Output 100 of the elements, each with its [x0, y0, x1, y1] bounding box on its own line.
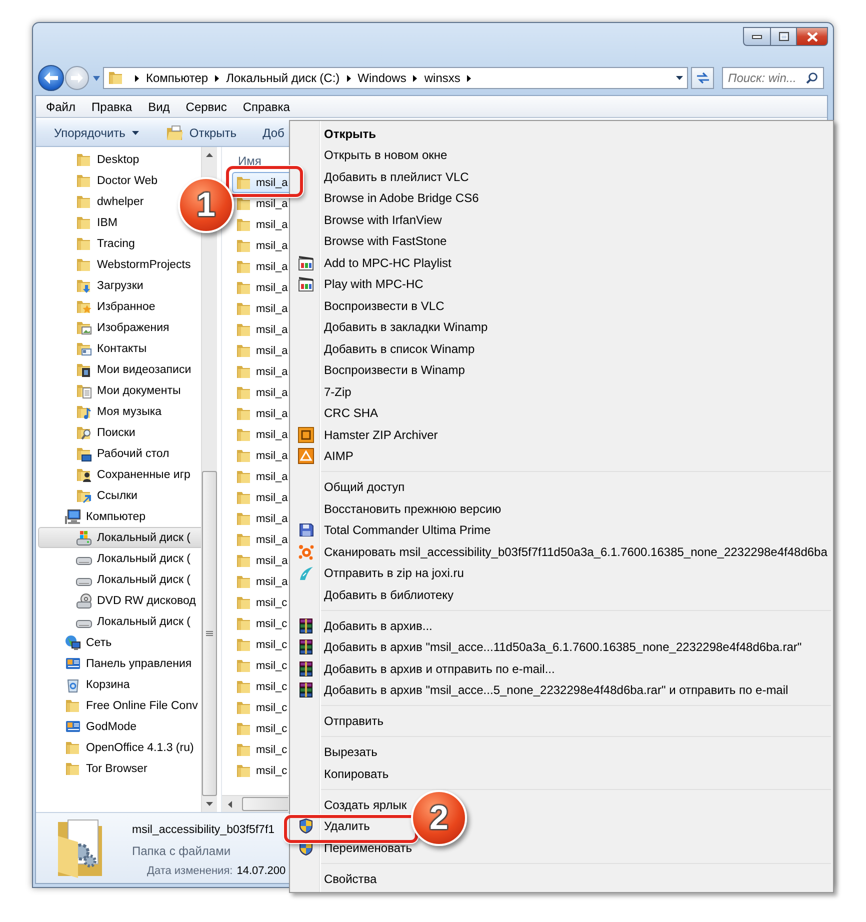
menu-item[interactable]: 7-Zip: [320, 384, 352, 399]
nav-item[interactable]: Загрузки: [38, 275, 201, 296]
menu-item[interactable]: Добавить в библиотеку: [320, 588, 454, 602]
scrollbar[interactable]: [222, 795, 290, 812]
address-dropdown-button[interactable]: [676, 76, 683, 80]
file-item[interactable]: msil_a: [232, 214, 290, 235]
nav-item[interactable]: Избранное: [38, 296, 201, 317]
file-item[interactable]: msil_a: [232, 508, 290, 529]
nav-item[interactable]: Ссылки: [38, 485, 201, 506]
menu-item[interactable]: Переименовать: [320, 840, 412, 855]
menu-item[interactable]: Добавить в архив "msil_acce...11d50a3a_6.1.7600.16385_none_2232298e4f48d6ba.rar": [320, 640, 802, 654]
nav-item[interactable]: Сеть: [38, 632, 201, 653]
nav-item[interactable]: Tracing: [38, 233, 201, 254]
minimize-button[interactable]: [743, 27, 770, 46]
nav-item[interactable]: Tor Browser: [38, 758, 201, 779]
scroll-thumb[interactable]: [202, 471, 217, 796]
menu-item[interactable]: Воспроизвести в Winamp: [320, 363, 465, 378]
file-item[interactable]: msil_c: [232, 634, 290, 655]
nav-item[interactable]: DVD RW дисковод: [38, 590, 201, 611]
address-bar[interactable]: Компьютер Локальный диск (C:) Windows winsxs: [103, 67, 688, 89]
menu-item[interactable]: Воспроизвести в VLC: [320, 298, 444, 313]
nav-item[interactable]: WebstormProjects: [38, 254, 201, 275]
file-item[interactable]: msil_a: [232, 298, 290, 319]
toolbar-button[interactable]: Доб: [254, 122, 292, 142]
organize-button[interactable]: Упорядочить: [46, 122, 148, 142]
file-item[interactable]: msil_a: [232, 319, 290, 340]
file-item[interactable]: msil_a: [232, 424, 290, 445]
file-item[interactable]: msil_c: [232, 760, 290, 781]
back-button[interactable]: [38, 65, 64, 91]
menu-item[interactable]: Total Commander Ultima Prime: [320, 523, 491, 538]
nav-item[interactable]: Мои документы: [38, 380, 201, 401]
nav-item[interactable]: Локальный диск (: [38, 548, 201, 569]
menu-item[interactable]: Отправить: [320, 714, 384, 728]
menu-bar-item[interactable]: Сервис: [178, 100, 235, 114]
file-item[interactable]: msil_a: [232, 445, 290, 466]
nav-item[interactable]: GodMode: [38, 716, 201, 737]
menu-item[interactable]: Добавить в список Winamp: [320, 342, 475, 356]
nav-item[interactable]: Моя музыка: [38, 401, 201, 422]
nav-item[interactable]: Desktop: [38, 149, 201, 170]
close-button[interactable]: [796, 27, 828, 46]
menu-item[interactable]: Добавить в плейлист VLC: [320, 170, 469, 184]
nav-item[interactable]: Компьютер: [38, 506, 201, 527]
menu-item[interactable]: Browse with FastStone: [320, 234, 447, 248]
file-item[interactable]: msil_a: [232, 172, 290, 193]
file-item[interactable]: msil_a: [232, 193, 290, 214]
menu-item[interactable]: Отправить в zip на joxi.ru: [320, 566, 464, 580]
menu-item[interactable]: Общий доступ: [320, 480, 405, 494]
menu-item[interactable]: Browse in Adobe Bridge CS6: [320, 191, 479, 206]
file-item[interactable]: msil_a: [232, 277, 290, 298]
menu-item[interactable]: Добавить в архив "msil_acce...5_none_2232298e4f48d6ba.rar" и отправить по e-mail: [320, 683, 788, 698]
file-item[interactable]: msil_a: [232, 550, 290, 571]
maximize-button[interactable]: [770, 27, 796, 46]
refresh-button[interactable]: [691, 67, 714, 89]
file-item[interactable]: msil_c: [232, 739, 290, 760]
nav-item[interactable]: OpenOffice 4.1.3 (ru): [38, 737, 201, 758]
file-item[interactable]: msil_c: [232, 592, 290, 613]
nav-item[interactable]: Мои видеозаписи: [38, 359, 201, 380]
menu-item[interactable]: Сканировать msil_accessibility_b03f5f7f11d50a3a_6.1.7600.16385_none_2232298e4f48d6ba: [320, 544, 828, 559]
nav-item[interactable]: Сохраненные игр: [38, 464, 201, 485]
menu-item[interactable]: AIMP: [320, 449, 354, 464]
nav-item[interactable]: Локальный диск (: [38, 611, 201, 632]
menu-bar-item[interactable]: Вид: [140, 100, 178, 114]
file-item[interactable]: msil_a: [232, 256, 290, 277]
nav-item[interactable]: Контакты: [38, 338, 201, 359]
menu-item[interactable]: Удалить: [320, 819, 370, 834]
menu-item[interactable]: Восстановить прежнюю версию: [320, 502, 502, 516]
file-item[interactable]: msil_a: [232, 235, 290, 256]
nav-item[interactable]: Локальный диск (: [38, 569, 201, 590]
menu-item[interactable]: Копировать: [320, 766, 389, 781]
menu-item[interactable]: Add to MPC-HC Playlist: [320, 256, 452, 270]
menu-bar-item[interactable]: Справка: [234, 100, 298, 114]
file-item[interactable]: msil_c: [232, 655, 290, 676]
nav-item[interactable]: Free Online File Conv: [38, 695, 201, 716]
menu-item[interactable]: Добавить в закладки Winamp: [320, 320, 488, 334]
file-item[interactable]: msil_a: [232, 487, 290, 508]
file-item[interactable]: msil_a: [232, 340, 290, 361]
scroll-thumb[interactable]: [242, 797, 288, 811]
file-item[interactable]: msil_c: [232, 613, 290, 634]
menu-bar-item[interactable]: Правка: [84, 100, 140, 114]
file-item[interactable]: msil_c: [232, 718, 290, 739]
nav-item[interactable]: Корзина: [38, 674, 201, 695]
nav-item[interactable]: Рабочий стол: [38, 443, 201, 464]
file-item[interactable]: msil_a: [232, 571, 290, 592]
file-item[interactable]: msil_a: [232, 529, 290, 550]
menu-item[interactable]: Добавить в архив и отправить по e-mail...: [320, 662, 555, 676]
menu-item[interactable]: Вырезать: [320, 745, 378, 760]
menu-item[interactable]: Открыть в новом окне: [320, 148, 448, 162]
menu-item[interactable]: Свойства: [320, 872, 377, 886]
file-item[interactable]: msil_a: [232, 403, 290, 424]
menu-bar-item[interactable]: Файл: [38, 100, 84, 114]
breadcrumb[interactable]: Компьютер: [145, 71, 210, 85]
file-item[interactable]: msil_a: [232, 382, 290, 403]
file-item[interactable]: msil_c: [232, 697, 290, 718]
column-header[interactable]: Имя: [238, 154, 262, 168]
menu-item[interactable]: Browse with IrfanView: [320, 212, 442, 227]
file-item[interactable]: msil_a: [232, 466, 290, 487]
breadcrumb[interactable]: Windows: [356, 71, 408, 85]
search-field[interactable]: Поиск: win...: [722, 67, 824, 89]
menu-item[interactable]: Hamster ZIP Archiver: [320, 428, 438, 442]
nav-item[interactable]: Панель управления: [38, 653, 201, 674]
